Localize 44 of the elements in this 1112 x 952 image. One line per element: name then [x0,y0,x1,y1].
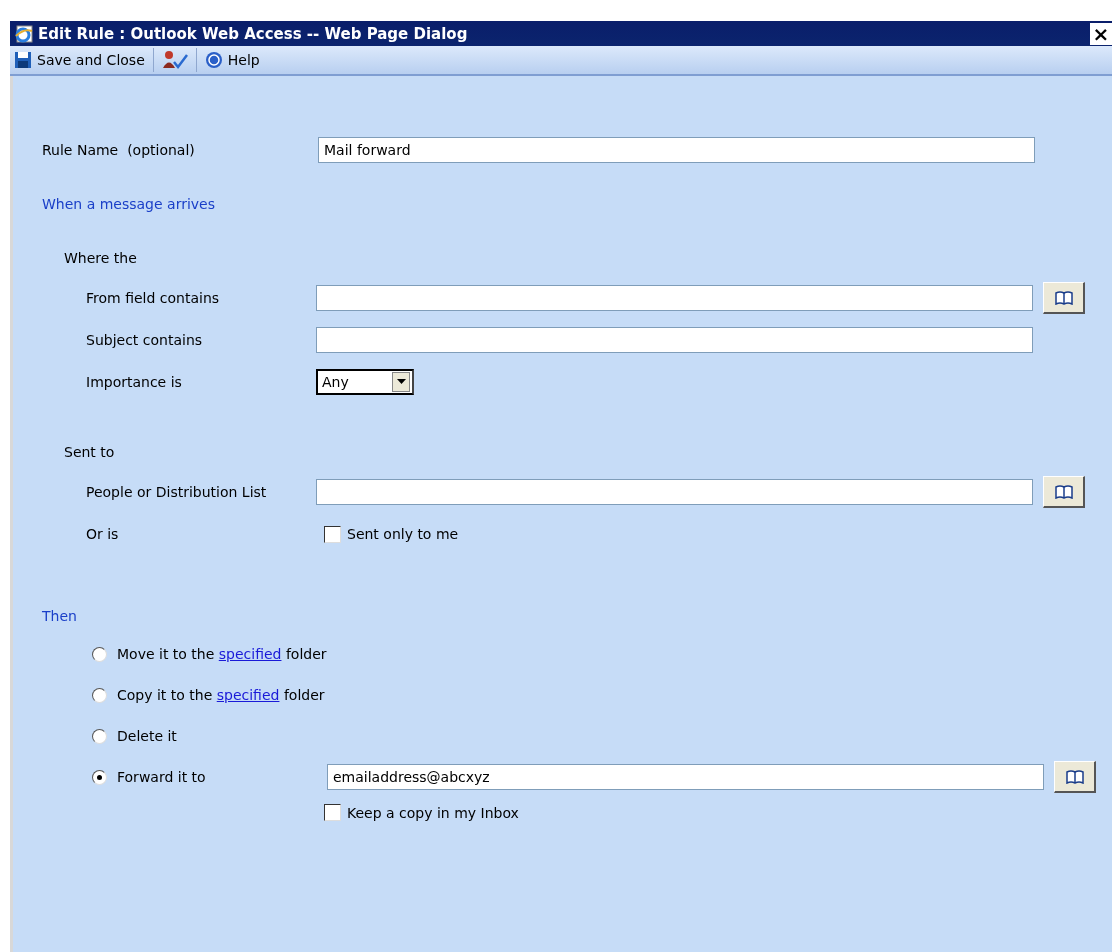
checkbox[interactable] [324,525,341,543]
book-icon [1054,290,1073,305]
field-label: Rule Name (optional) [42,142,196,158]
radio-button[interactable] [92,687,107,703]
help-button[interactable]: Help [200,47,264,73]
field-label: Or is [85,526,120,542]
specified-link[interactable]: specified [216,687,280,703]
section-heading: Then [42,608,78,626]
radio-button[interactable] [92,769,107,785]
group-heading: Sent to [63,444,116,462]
text-field[interactable] [316,479,1033,505]
option-label: Move it to the specified folder [117,646,327,662]
book-icon [1065,769,1084,784]
help-icon [204,51,223,69]
save-and-close-button[interactable]: Save and Close [10,47,149,73]
section-heading: When a message arrives [42,196,216,214]
address-book-button[interactable] [1043,476,1085,508]
option-label: Copy it to the specified folder [117,687,325,703]
radio-button[interactable] [92,728,107,744]
group-heading: Where the [63,250,138,268]
radio-button[interactable] [92,646,107,662]
field-label: Importance is [85,374,183,390]
rule-name-field[interactable]: Mail forward [318,137,1035,163]
field-label: People or Distribution List [85,484,268,500]
address-book-button[interactable] [1043,282,1085,314]
text-field[interactable] [316,327,1033,353]
text-field[interactable] [316,285,1033,311]
checkbox-label: Keep a copy in my Inbox [347,804,519,821]
field-label: Subject contains [85,332,204,348]
specified-link[interactable]: specified [218,646,282,662]
field-label: From field contains [85,290,221,306]
address-book-button[interactable] [1054,761,1096,793]
person-check-icon [161,50,188,70]
window-title: Edit Rule : Outlook Web Access -- Web Page Dialog [38,24,468,43]
option-label: Delete it [117,728,177,744]
browser-icon [14,23,34,44]
checkbox-label: Sent only to me [347,526,459,542]
close-button[interactable]: × [1090,22,1112,45]
forward-address-field[interactable]: emailaddress@abcxyz [327,764,1044,790]
dropdown-arrow-icon [396,379,406,385]
importance-dropdown[interactable]: Any [316,369,414,395]
book-icon [1054,484,1073,499]
option-label: Forward it to [117,769,207,785]
checkbox[interactable] [324,804,341,821]
